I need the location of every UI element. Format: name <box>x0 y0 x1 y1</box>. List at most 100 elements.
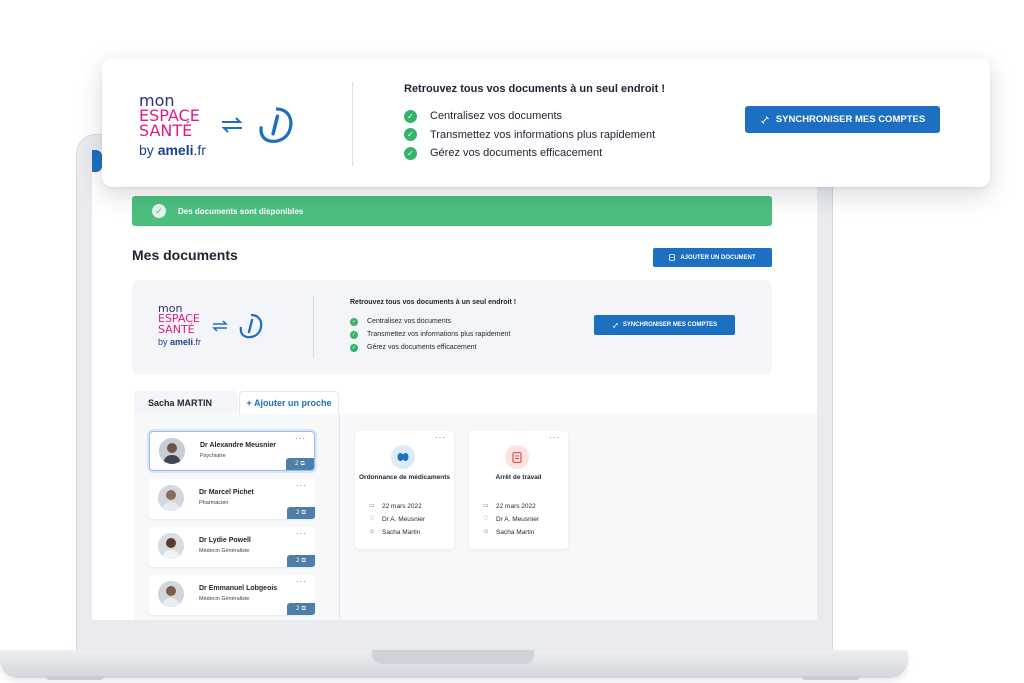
sync-card: mon ESPACE SANTÉ by ameli.fr Retrouvez t… <box>132 280 772 374</box>
list-item: ✓ Transmettez vos informations plus rapid… <box>350 328 510 341</box>
list-item: ✓ Gérez vos documents efficacement <box>350 341 510 354</box>
count-value: 2 <box>295 461 299 467</box>
list-item: ✓ Gérez vos documents efficacement <box>404 144 655 163</box>
mon-espace-sante-logo: mon ESPACE SANTÉ by ameli.fr <box>139 92 294 158</box>
laptop-notch <box>372 650 534 664</box>
list-item: ✓ Transmettez vos informations plus rapid… <box>404 126 655 145</box>
tab-sacha-martin[interactable]: Sacha MARTIN <box>134 391 238 414</box>
document-count-badge: 2 ⧉ <box>287 507 315 519</box>
doctor-text: Dr A. Meusnier <box>382 516 425 523</box>
count-value: 2 <box>296 558 300 564</box>
sync-accounts-button[interactable]: SYNCHRONISER MES COMPTES <box>745 106 940 133</box>
link-icon <box>760 115 769 124</box>
list-item[interactable]: Dr Emmanuel Lobgeois Médecin Généraliste… <box>149 575 315 615</box>
avatar <box>158 581 184 607</box>
calendar-icon: ▭ <box>369 503 375 509</box>
logo-by: by <box>139 141 154 158</box>
check-circle-icon: ✓ <box>404 146 417 160</box>
list-item[interactable]: Dr Lydie Powell Médecin Généraliste ··· … <box>149 527 315 567</box>
success-alert: ✓ Des documents sont disponibles <box>132 196 772 226</box>
contact-name: Dr Lydie Powell <box>199 537 251 544</box>
more-menu-icon[interactable]: ··· <box>549 433 560 442</box>
list-item[interactable]: Dr Alexandre Meusnier Psychiatre ··· 2 ⧉ <box>149 431 315 471</box>
list-item[interactable]: Dr Marcel Pichet Pharmacien ··· 2 ⧉ <box>149 479 315 519</box>
more-menu-icon[interactable]: ··· <box>296 577 307 586</box>
document-card[interactable]: ··· Arrêt de travail ▭ 22 mars 2022 ♡ Dr A… <box>469 431 568 549</box>
contact-role: Médecin Généraliste <box>199 596 250 602</box>
document-date: ▭ 22 mars 2022 <box>483 503 536 510</box>
count-value: 2 <box>296 606 300 612</box>
add-document-button[interactable]: AJOUTER UN DOCUMENT <box>653 248 772 267</box>
add-document-label: AJOUTER UN DOCUMENT <box>680 254 756 261</box>
calendar-icon: ▭ <box>483 503 489 509</box>
contact-role: Pharmacien <box>199 500 229 506</box>
benefit-text: Transmettez vos informations plus rapide… <box>367 331 511 338</box>
files-icon: ⧉ <box>301 557 306 564</box>
link-icon <box>612 322 619 328</box>
check-circle-icon: ✓ <box>350 343 358 352</box>
sync-accounts-label: SYNCHRONISER MES COMPTES <box>775 114 926 125</box>
sync-arrows-icon <box>212 320 228 332</box>
check-circle-icon: ✓ <box>404 128 417 142</box>
list-item: ✓ Centralisez vos documents <box>350 315 510 328</box>
document-icon <box>505 445 529 469</box>
check-circle-icon: ✓ <box>350 330 358 339</box>
logo-by: by <box>158 337 168 348</box>
sync-card-overlay: mon ESPACE SANTÉ by ameli.fr Retrouvez t… <box>102 58 990 187</box>
logo-tld: .fr <box>193 337 202 348</box>
document-title: Arrêt de travail <box>495 474 542 481</box>
sync-headline: Retrouvez tous vos documents à un seul e… <box>404 83 665 95</box>
sync-headline: Retrouvez tous vos documents à un seul e… <box>350 299 517 306</box>
files-icon: ⧉ <box>301 509 306 516</box>
pills-icon <box>391 445 415 469</box>
logo-tld: .fr <box>193 141 206 158</box>
stethoscope-icon: ♡ <box>483 516 489 522</box>
alert-text: Des documents sont disponibles <box>178 206 304 216</box>
document-count-badge: 2 ⧉ <box>286 458 314 470</box>
user-icon: ☺ <box>483 529 490 535</box>
page-title: Mes documents <box>132 247 238 263</box>
benefit-text: Gérez vos documents efficacement <box>367 344 477 351</box>
avatar <box>158 485 184 511</box>
user-icon: ☺ <box>369 529 376 535</box>
stethoscope-icon: ♡ <box>369 516 375 522</box>
more-menu-icon[interactable]: ··· <box>296 481 307 490</box>
benefit-text: Gérez vos documents efficacement <box>430 147 603 160</box>
document-count-badge: 2 ⧉ <box>287 555 315 567</box>
benefits-list: ✓ Centralisez vos documents ✓ Transmettez … <box>404 107 655 163</box>
tab-add-relative[interactable]: + Ajouter un proche <box>239 391 339 414</box>
doctor-text: Dr A. Meusnier <box>496 516 539 523</box>
benefit-text: Centralisez vos documents <box>430 110 563 123</box>
check-circle-icon: ✓ <box>350 317 358 326</box>
benefits-list: ✓ Centralisez vos documents ✓ Transmettez … <box>350 315 510 354</box>
more-menu-icon[interactable]: ··· <box>435 433 446 442</box>
sync-accounts-label: SYNCHRONISER MES COMPTES <box>622 322 718 328</box>
more-menu-icon[interactable]: ··· <box>296 529 307 538</box>
count-value: 2 <box>296 510 300 516</box>
more-menu-icon[interactable]: ··· <box>295 434 306 443</box>
divider <box>313 296 314 358</box>
benefit-text: Centralisez vos documents <box>367 318 452 325</box>
document-title: Ordonnance de médicaments <box>358 474 451 481</box>
avatar <box>158 533 184 559</box>
contact-name: Dr Marcel Pichet <box>199 489 254 496</box>
contact-name: Dr Alexandre Meusnier <box>200 442 276 449</box>
sync-accounts-button[interactable]: SYNCHRONISER MES COMPTES <box>594 315 735 335</box>
logo-brand: ameli <box>170 337 194 348</box>
divider <box>352 82 353 166</box>
logo-text-line: SANTÉ <box>139 121 193 141</box>
doctolib-logo-icon <box>239 313 263 338</box>
sync-arrows-icon <box>221 117 243 133</box>
laptop-screen: ✓ Des documents sont disponibles Mes doc… <box>92 150 817 620</box>
document-card[interactable]: ··· Ordonnance de médicaments ▭ 22 mars 2… <box>355 431 454 549</box>
sidebar-toggle[interactable] <box>92 150 102 172</box>
doctolib-logo-icon <box>259 107 293 144</box>
contact-role: Psychiatre <box>200 453 226 459</box>
benefit-text: Transmettez vos informations plus rapide… <box>430 128 656 141</box>
document-patient: ☺ Sacha Martin <box>369 529 420 536</box>
divider <box>339 414 340 620</box>
laptop-foot <box>802 676 860 680</box>
document-doctor: ♡ Dr A. Meusnier <box>369 516 425 523</box>
check-circle-icon: ✓ <box>152 204 166 218</box>
document-date: ▭ 22 mars 2022 <box>369 503 422 510</box>
